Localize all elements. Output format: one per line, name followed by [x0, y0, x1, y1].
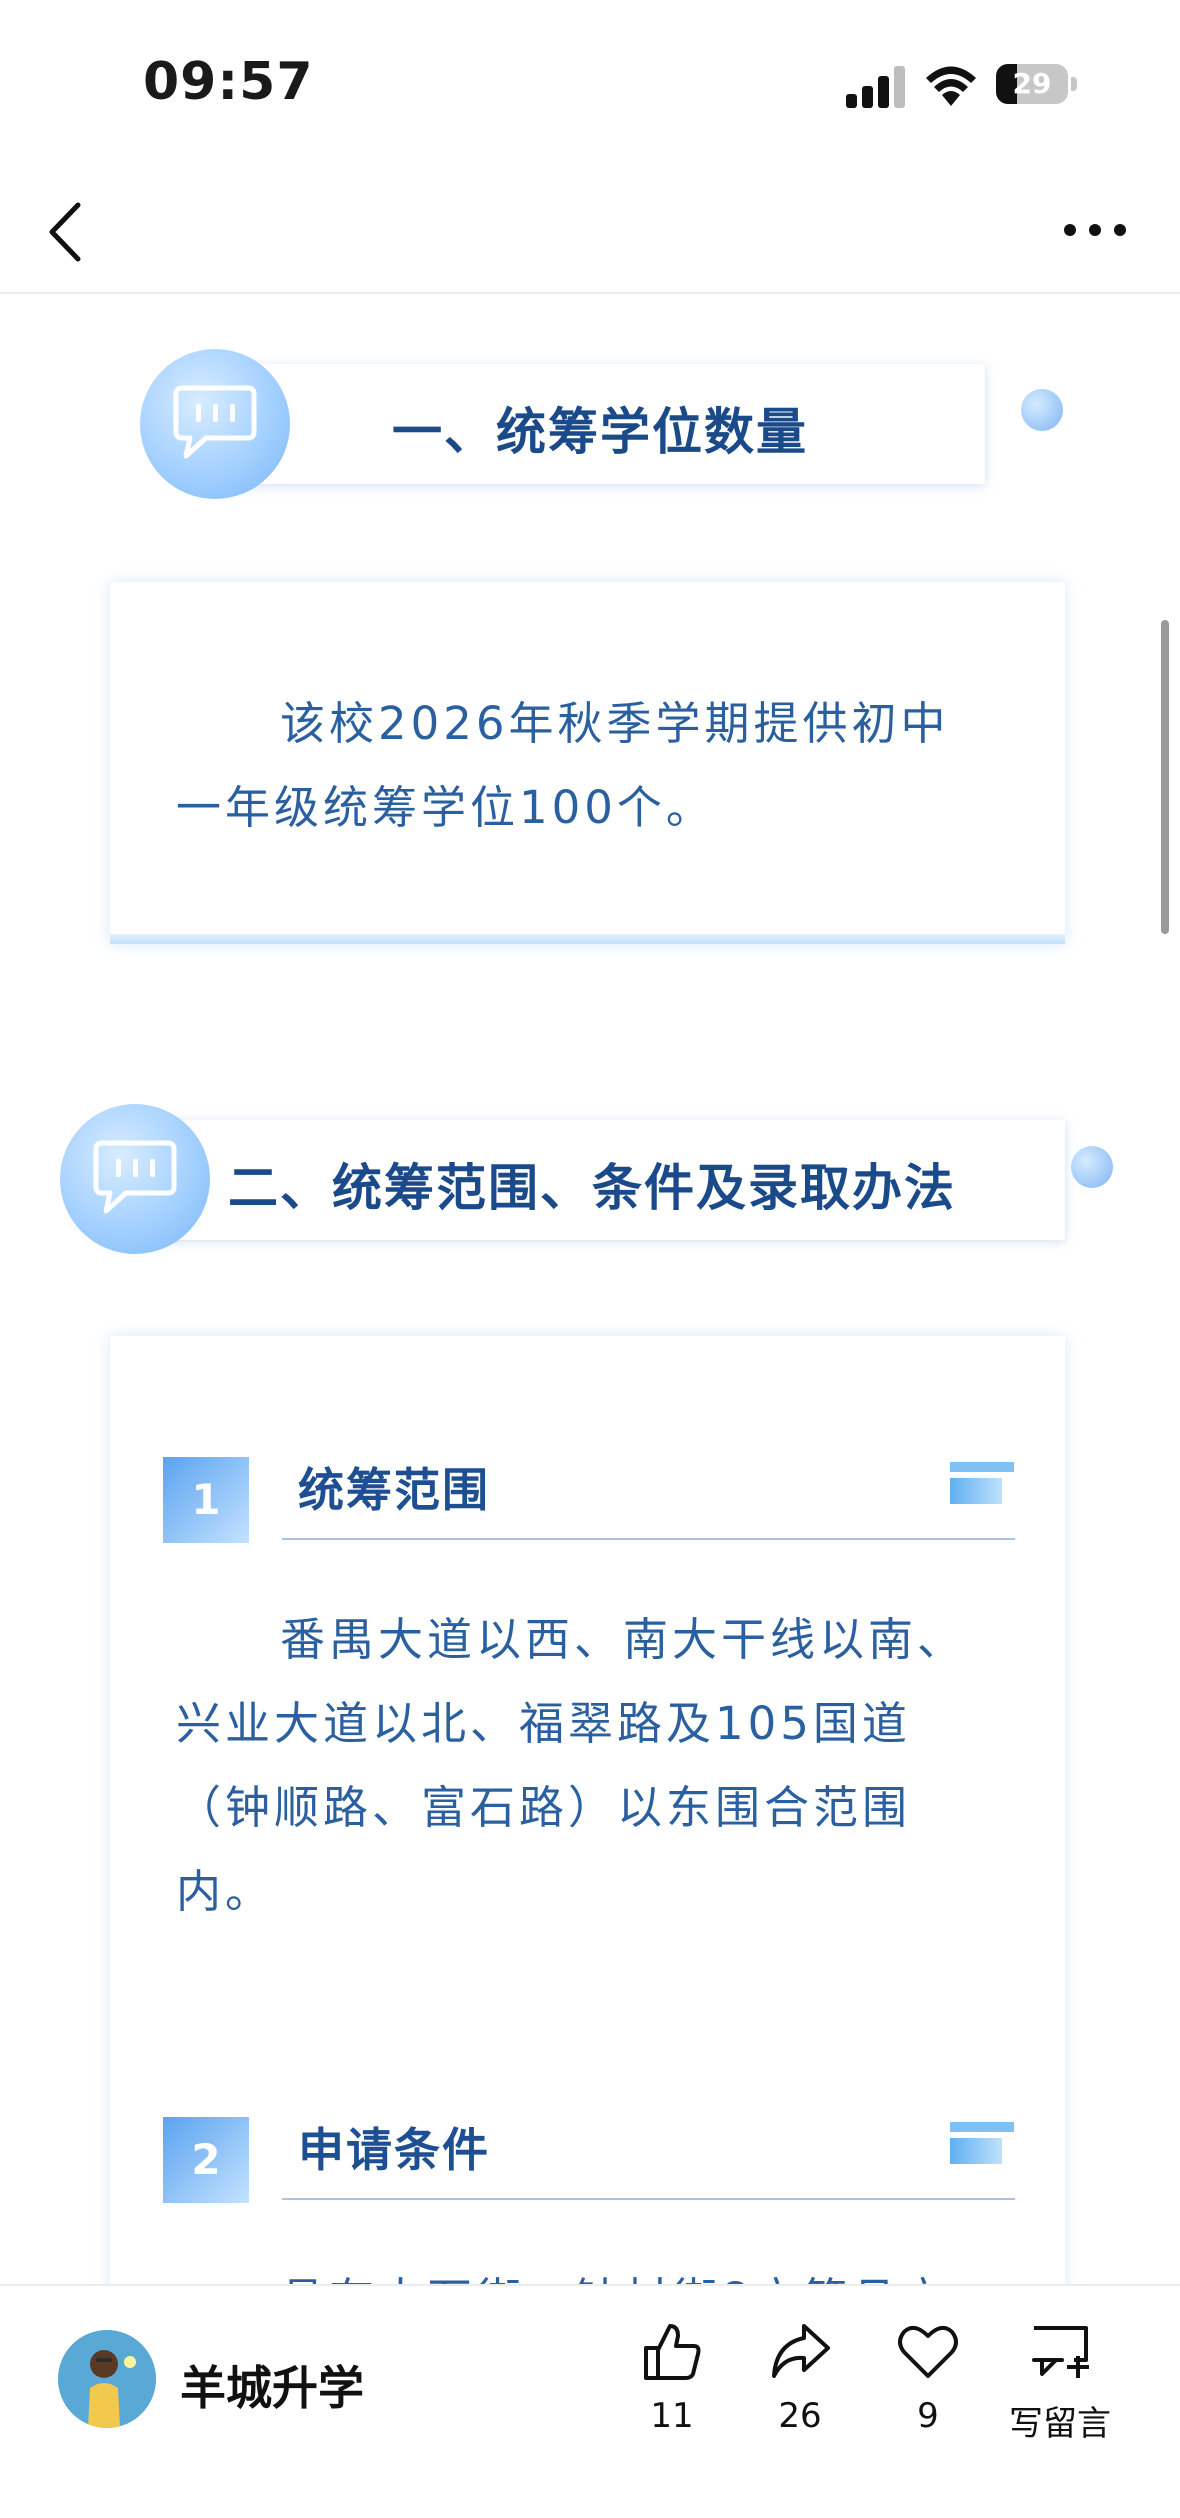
item1-text-line2: 兴业大道以北、福翠路及105国道 — [176, 1697, 911, 1750]
item1-number-badge: 1 — [163, 1457, 249, 1543]
battery-level: 29 — [1012, 67, 1052, 100]
share-button[interactable]: 26 — [745, 2320, 855, 2436]
comment-label: 写留言 — [1009, 2404, 1111, 2444]
more-icon[interactable] — [1060, 200, 1130, 260]
back-arrow-icon[interactable] — [38, 197, 98, 267]
avatar-illustration-icon — [58, 2330, 156, 2428]
like-button[interactable]: 11 — [617, 2320, 727, 2436]
item2-decoration — [950, 2122, 1014, 2168]
scrollbar[interactable] — [1161, 620, 1169, 934]
heart-icon — [898, 2325, 958, 2378]
account-name[interactable]: 羊城升学 — [180, 2352, 364, 2418]
section2-dot — [1071, 1146, 1113, 1188]
item1-decoration — [950, 1462, 1014, 1508]
bottom-bar: 羊城升学 11 26 9 写留言 — [0, 2284, 1180, 2518]
item2-underline — [282, 2198, 1015, 2200]
section2-title: 二、统筹范围、条件及录取办法 — [228, 1159, 956, 1217]
item1-text-line3: （钟顺路、富石路）以东围合范围 — [176, 1781, 912, 1834]
item2-title: 申请条件 — [298, 2123, 490, 2177]
item1-underline — [282, 1538, 1015, 1540]
wifi-icon — [926, 66, 976, 106]
nav-bar — [0, 170, 1180, 294]
like-count: 11 — [650, 2396, 694, 2436]
status-time: 09:57 — [143, 52, 314, 112]
section1-dot — [1021, 389, 1063, 431]
section1-title: 一、统筹学位数量 — [392, 403, 808, 461]
item2-text-partial: 具有大石街、钟村街8户籍且户 — [280, 2258, 950, 2284]
chat-bubble-icon — [173, 385, 257, 459]
cellular-signal-icon — [846, 66, 905, 108]
article-content[interactable]: 一、统筹学位数量 该校2026年秋季学期提供初中 一年级统筹学位100个。 二、… — [0, 294, 1180, 2284]
share-count: 26 — [778, 2396, 822, 2436]
section2-bubble — [60, 1104, 210, 1254]
item1-text-line4: 内。 — [176, 1865, 275, 1918]
like-icon — [644, 2324, 701, 2380]
share-icon — [772, 2324, 830, 2378]
item2-number-badge: 2 — [163, 2117, 249, 2203]
item1-title: 统筹范围 — [298, 1463, 490, 1517]
favorite-button[interactable]: 9 — [873, 2320, 983, 2436]
comment-button[interactable]: 写留言 — [1000, 2320, 1120, 2445]
card1-line1: 该校2026年秋季学期提供初中 — [280, 697, 950, 750]
card1-line2: 一年级统筹学位100个。 — [176, 781, 715, 834]
item1-text-line1: 番禺大道以西、南大干线以南、 — [280, 1613, 967, 1666]
comment-icon — [1032, 2326, 1089, 2378]
battery-icon: 29 — [996, 64, 1082, 108]
favorite-count: 9 — [917, 2396, 939, 2436]
account-avatar[interactable] — [58, 2330, 156, 2428]
status-bar: 09:57 29 — [0, 0, 1180, 170]
section1-bubble — [140, 349, 290, 499]
chat-bubble-icon — [93, 1140, 177, 1214]
